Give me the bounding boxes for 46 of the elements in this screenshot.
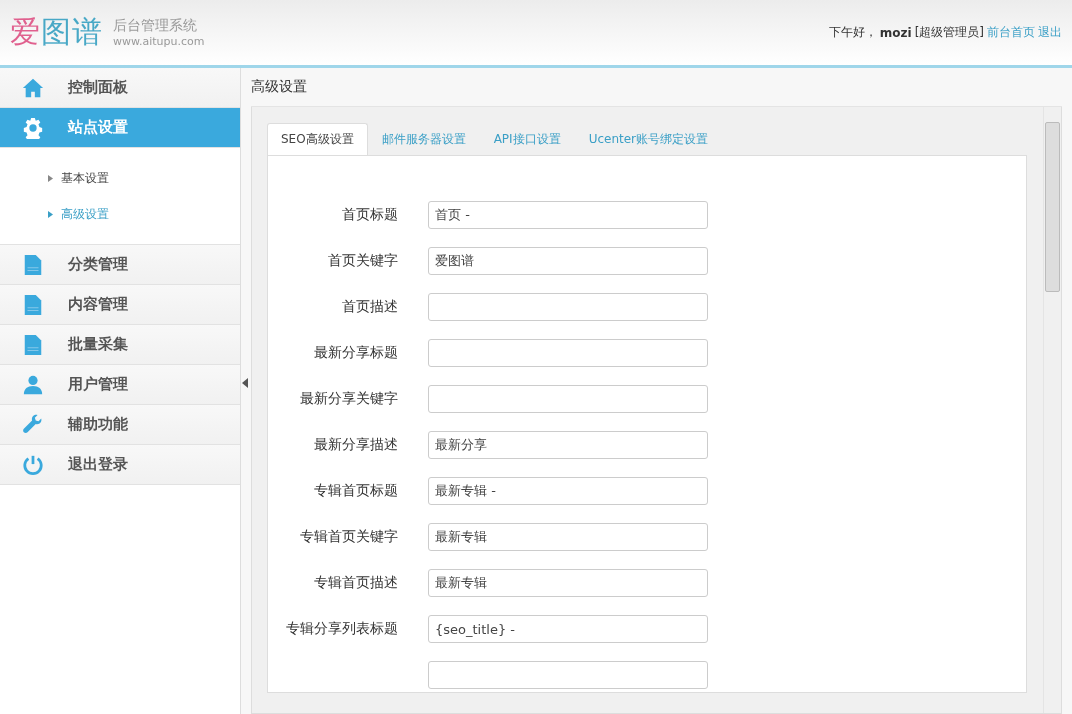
submenu-item[interactable]: 基本设置 — [0, 160, 240, 196]
gear-icon — [22, 116, 44, 139]
input-field[interactable] — [428, 339, 708, 367]
sidebar-item[interactable]: 用户管理 — [0, 365, 240, 405]
document-icon — [22, 333, 44, 356]
sidebar-item[interactable]: 退出登录 — [0, 445, 240, 485]
triangle-icon — [48, 174, 53, 182]
field-label: 最新分享描述 — [313, 436, 398, 454]
input-field[interactable]: {seo_title} - — [428, 615, 708, 643]
power-icon — [22, 453, 44, 476]
field-label: 首页标题 — [341, 206, 398, 224]
input-field[interactable]: 最新专辑 — [428, 523, 708, 551]
document-icon — [22, 293, 44, 316]
field-label: 最新分享标题 — [313, 344, 398, 362]
input-field[interactable] — [428, 385, 708, 413]
field-label: 专辑首页描述 — [313, 574, 398, 592]
field-label: 首页关键字 — [327, 252, 398, 270]
site-url: www.aitupu.com — [113, 35, 205, 48]
tab[interactable]: SEO高级设置 — [267, 123, 368, 155]
system-subtitle: 后台管理系统 — [113, 17, 198, 35]
username: mozi — [879, 25, 912, 40]
home-icon — [22, 76, 44, 99]
document-icon — [22, 253, 44, 276]
input-field[interactable] — [428, 661, 708, 689]
sidebar-item[interactable]: 辅助功能 — [0, 405, 240, 445]
field-label: 首页描述 — [341, 298, 398, 316]
user-role: [超级管理员] — [914, 24, 984, 41]
input-field[interactable]: 最新专辑 — [428, 569, 708, 597]
sidebar-item[interactable]: 批量采集 — [0, 325, 240, 365]
field-label: 专辑分享列表标题 — [285, 620, 398, 638]
input-field[interactable] — [428, 293, 708, 321]
input-field[interactable]: 最新分享 — [428, 431, 708, 459]
wrench-icon — [22, 413, 44, 436]
sidebar-item[interactable]: 内容管理 — [0, 285, 240, 325]
scrollbar[interactable] — [1043, 107, 1061, 713]
field-label: 专辑首页标题 — [313, 482, 398, 500]
input-field[interactable]: 爱图谱 — [428, 247, 708, 275]
triangle-icon — [48, 210, 53, 218]
field-label: 最新分享关键字 — [299, 390, 398, 408]
sidebar-item[interactable]: 控制面板 — [0, 68, 240, 108]
input-field[interactable]: 首页 - — [428, 201, 708, 229]
input-field[interactable]: 最新专辑 - — [428, 477, 708, 505]
field-label: 专辑首页关键字 — [299, 528, 398, 546]
user-icon — [22, 373, 44, 396]
greeting: 下午好， — [828, 24, 877, 41]
sidebar-item[interactable]: 分类管理 — [0, 245, 240, 285]
